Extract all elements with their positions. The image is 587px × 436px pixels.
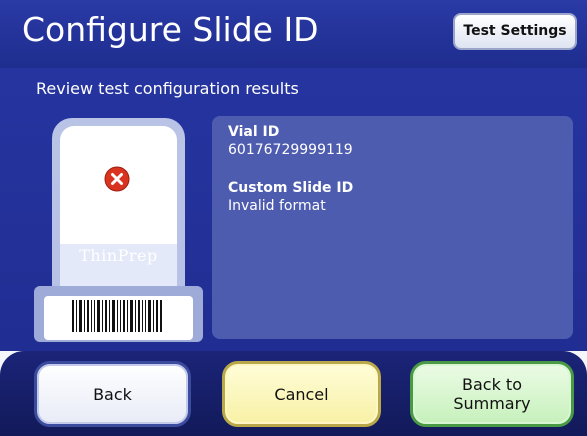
cancel-button[interactable]: Cancel xyxy=(222,361,381,427)
back-to-summary-button[interactable]: Back to Summary xyxy=(410,361,574,427)
custom-slide-id-label: Custom Slide ID xyxy=(228,180,354,196)
page-title: Configure Slide ID xyxy=(22,10,319,49)
test-settings-button[interactable]: Test Settings xyxy=(453,13,577,50)
configure-slide-id-screen: Configure Slide ID Test Settings Review … xyxy=(0,0,587,436)
error-x-icon xyxy=(104,166,130,192)
slide-brand-text: ThinPrep xyxy=(79,246,158,265)
custom-slide-id-value: Invalid format xyxy=(228,198,326,214)
back-to-summary-label: Back to Summary xyxy=(453,375,531,413)
footer-bar: Back Cancel Back to Summary xyxy=(0,351,587,436)
main-content: Review test configuration results ThinPr… xyxy=(0,68,587,351)
vial-id-label: Vial ID xyxy=(228,124,280,140)
test-results-panel: Vial ID 60176729999119 Custom Slide ID I… xyxy=(212,116,573,339)
slide-illustration: ThinPrep xyxy=(34,118,203,344)
page-subtitle: Review test configuration results xyxy=(36,79,299,98)
barcode-icon xyxy=(72,300,162,332)
back-button[interactable]: Back xyxy=(34,361,191,427)
vial-id-value: 60176729999119 xyxy=(228,142,353,158)
header-bar: Configure Slide ID Test Settings xyxy=(0,0,587,68)
